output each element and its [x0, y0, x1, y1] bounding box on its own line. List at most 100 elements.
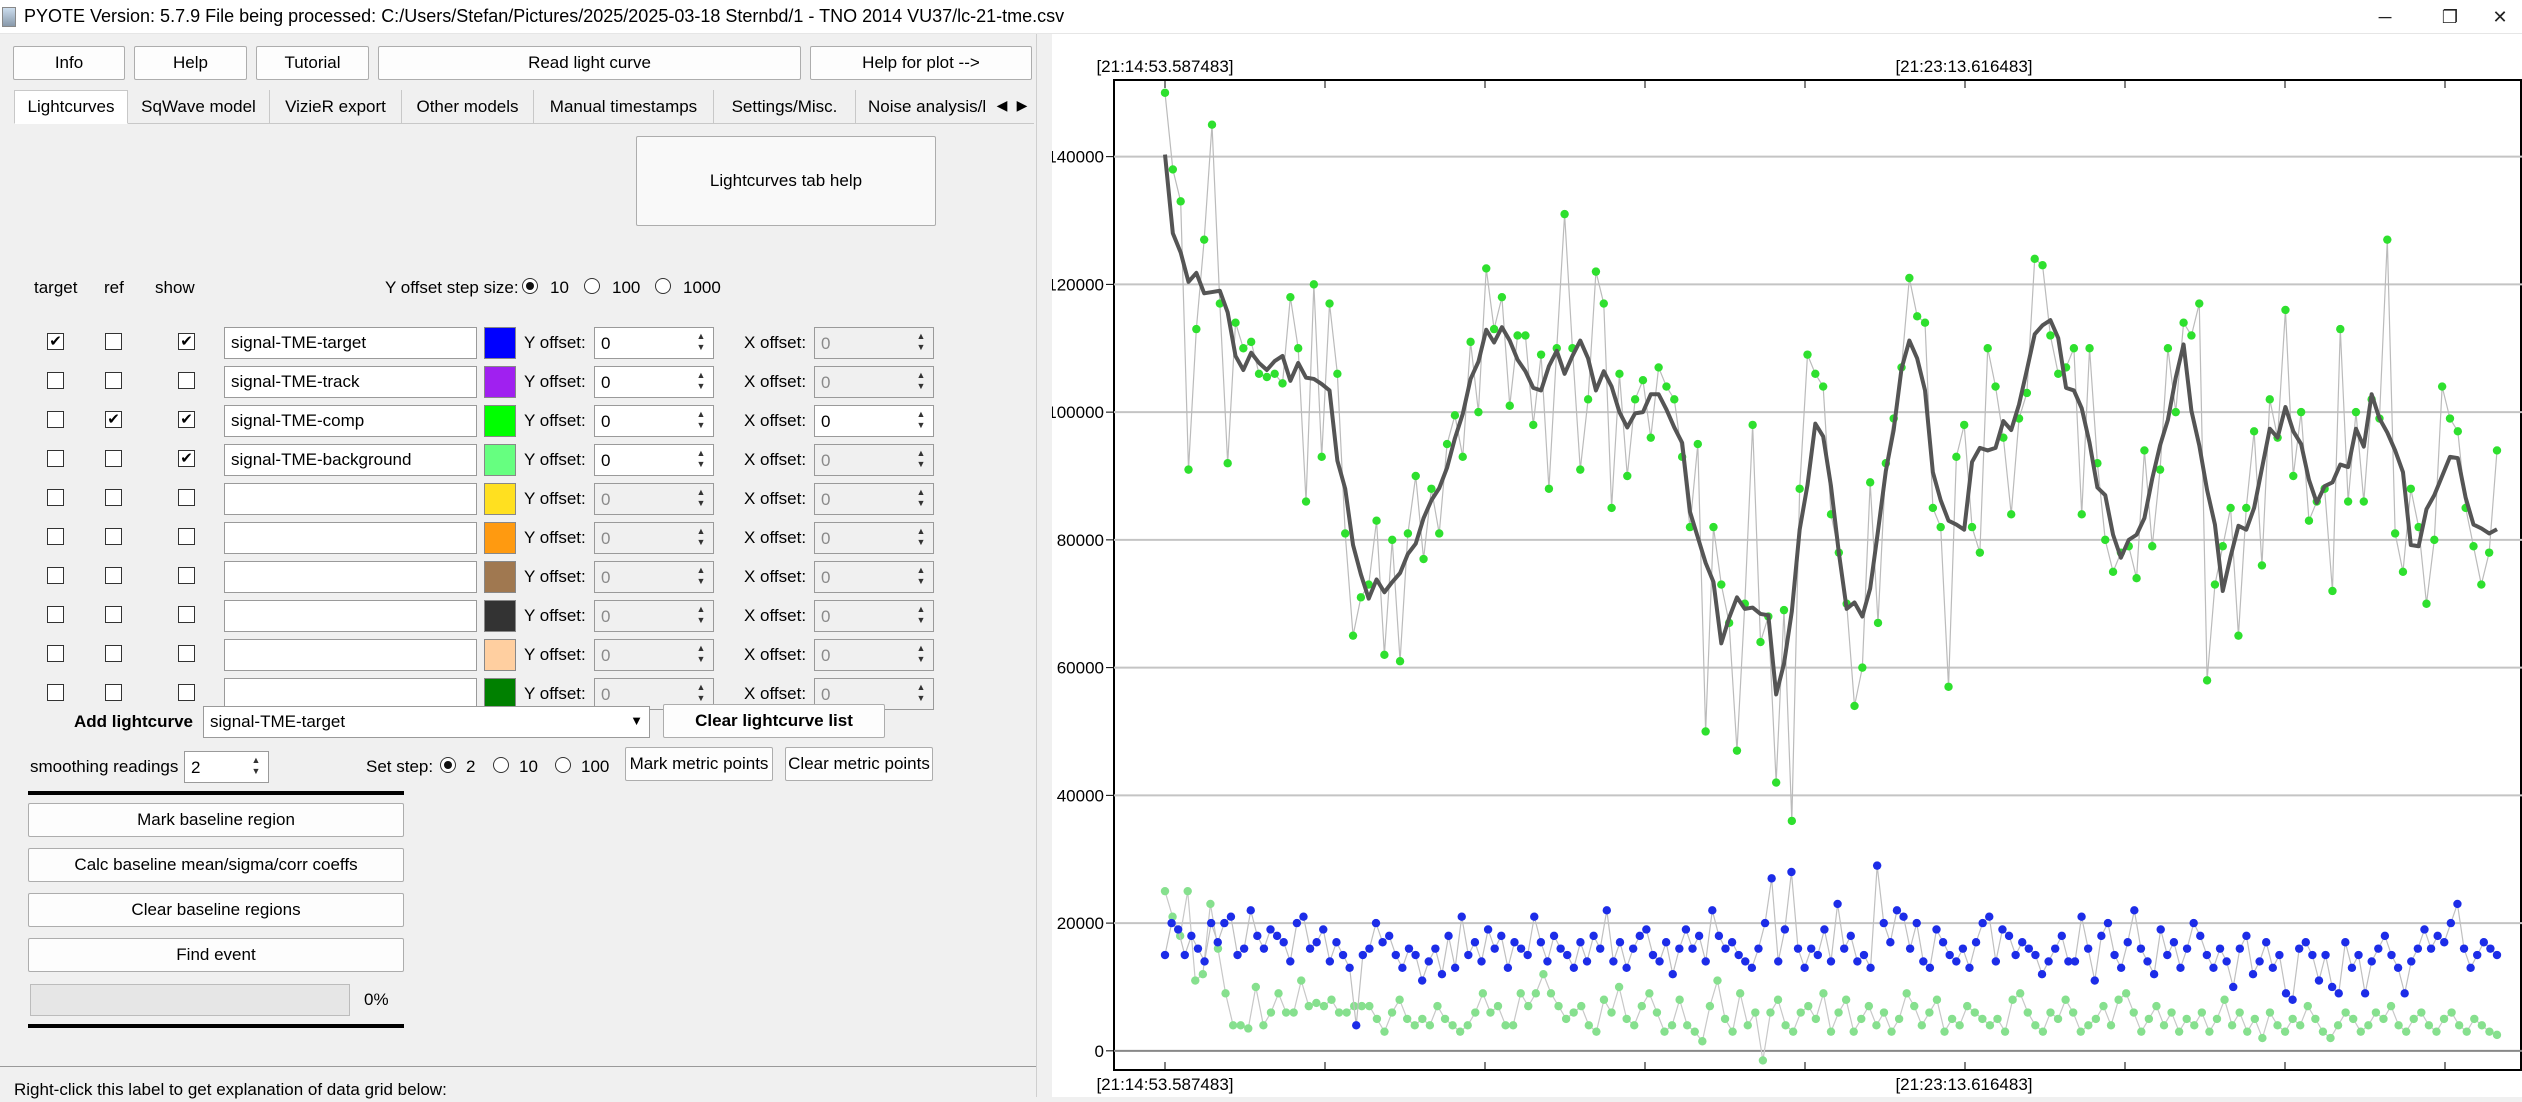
y-offset-spinbox[interactable]: 0 ▲ ▼ [594, 561, 714, 593]
lightcurve-name-field[interactable]: signal-TME-comp [224, 405, 477, 437]
clear-baseline-regions-button[interactable]: Clear baseline regions [28, 893, 404, 927]
spin-arrows-icon[interactable]: ▲ ▼ [693, 448, 709, 472]
ref-checkbox[interactable] [105, 684, 122, 701]
minimize-button[interactable]: ─ [2355, 0, 2415, 34]
target-checkbox[interactable]: ✔ [47, 333, 64, 350]
y-offset-spinbox[interactable]: 0 ▲ ▼ [594, 444, 714, 476]
ref-checkbox[interactable] [105, 645, 122, 662]
set-step-100-radio[interactable] [555, 757, 571, 773]
y-offset-spinbox[interactable]: 0 ▲ ▼ [594, 327, 714, 359]
restore-button[interactable]: ❐ [2420, 0, 2480, 34]
set-step-2-radio[interactable] [440, 757, 456, 773]
find-event-button[interactable]: Find event [28, 938, 404, 972]
y-step-10-radio[interactable] [522, 278, 538, 294]
spin-arrows-icon[interactable]: ▲ ▼ [913, 604, 929, 628]
y-step-1000-radio[interactable] [655, 278, 671, 294]
lightcurve-name-field[interactable] [224, 483, 477, 515]
spin-arrows-icon[interactable]: ▲ ▼ [693, 643, 709, 667]
lightcurve-name-field[interactable]: signal-TME-target [224, 327, 477, 359]
color-swatch[interactable] [484, 561, 516, 593]
close-button[interactable]: ✕ [2478, 0, 2522, 34]
info-button[interactable]: Info [13, 46, 125, 80]
clear-lightcurve-list-button[interactable]: Clear lightcurve list [663, 704, 885, 738]
spin-arrows-icon[interactable]: ▲ ▼ [693, 604, 709, 628]
target-checkbox[interactable] [47, 606, 64, 623]
x-offset-spinbox[interactable]: 0 ▲ ▼ [814, 561, 934, 593]
x-offset-spinbox[interactable]: 0 ▲ ▼ [814, 483, 934, 515]
color-swatch[interactable] [484, 522, 516, 554]
ref-checkbox[interactable] [105, 450, 122, 467]
help-for-plot-button[interactable]: Help for plot --> [810, 46, 1032, 80]
show-checkbox[interactable] [178, 489, 195, 506]
ref-checkbox[interactable] [105, 372, 122, 389]
tab-scroll-right-icon[interactable]: ▶ [1012, 90, 1032, 120]
spin-arrows-icon[interactable]: ▲ ▼ [913, 643, 929, 667]
spin-arrows-icon[interactable]: ▲ ▼ [913, 526, 929, 550]
color-swatch[interactable] [484, 639, 516, 671]
show-checkbox[interactable] [178, 606, 195, 623]
mark-metric-points-button[interactable]: Mark metric points [625, 747, 773, 781]
spin-arrows-icon[interactable]: ▲ ▼ [693, 682, 709, 706]
spin-arrows-icon[interactable]: ▲ ▼ [693, 487, 709, 511]
ref-checkbox[interactable] [105, 606, 122, 623]
mark-baseline-region-button[interactable]: Mark baseline region [28, 803, 404, 837]
show-checkbox[interactable] [178, 567, 195, 584]
show-checkbox[interactable] [178, 372, 195, 389]
x-offset-spinbox[interactable]: 0 ▲ ▼ [814, 366, 934, 398]
read-light-curve-button[interactable]: Read light curve [378, 46, 801, 80]
y-offset-spinbox[interactable]: 0 ▲ ▼ [594, 483, 714, 515]
data-grid-hint-label[interactable]: Right-click this label to get explanatio… [14, 1080, 447, 1100]
color-swatch[interactable] [484, 600, 516, 632]
color-swatch[interactable] [484, 366, 516, 398]
lightcurves-tab-help-button[interactable]: Lightcurves tab help [636, 136, 936, 226]
tab-noise-analysis[interactable]: Noise analysis/l [856, 90, 1006, 124]
tab-other-models[interactable]: Other models [402, 90, 534, 124]
tab-scroll-left-icon[interactable]: ◀ [992, 90, 1012, 120]
lightcurve-name-field[interactable]: signal-TME-track [224, 366, 477, 398]
target-checkbox[interactable] [47, 411, 64, 428]
target-checkbox[interactable] [47, 684, 64, 701]
tab-sqwave-model[interactable]: SqWave model [128, 90, 270, 124]
lightcurve-name-field[interactable] [224, 639, 477, 671]
ref-checkbox[interactable] [105, 489, 122, 506]
target-checkbox[interactable] [47, 528, 64, 545]
tab-lightcurves[interactable]: Lightcurves [14, 90, 128, 124]
ref-checkbox[interactable] [105, 567, 122, 584]
y-offset-spinbox[interactable]: 0 ▲ ▼ [594, 366, 714, 398]
lightcurve-name-field[interactable]: signal-TME-background [224, 444, 477, 476]
splitter-handle[interactable] [1036, 34, 1052, 1097]
show-checkbox[interactable] [178, 645, 195, 662]
color-swatch[interactable] [484, 444, 516, 476]
tab-vizier-export[interactable]: VizieR export [270, 90, 402, 124]
target-checkbox[interactable] [47, 450, 64, 467]
ref-checkbox[interactable] [105, 528, 122, 545]
spin-arrows-icon[interactable]: ▲ ▼ [913, 370, 929, 394]
spin-arrows-icon[interactable]: ▲ ▼ [693, 409, 709, 433]
y-offset-spinbox[interactable]: 0 ▲ ▼ [594, 600, 714, 632]
target-checkbox[interactable] [47, 372, 64, 389]
tutorial-button[interactable]: Tutorial [256, 46, 369, 80]
target-checkbox[interactable] [47, 489, 64, 506]
help-button[interactable]: Help [134, 46, 247, 80]
tab-settings-misc[interactable]: Settings/Misc. [714, 90, 856, 124]
show-checkbox[interactable] [178, 684, 195, 701]
x-offset-spinbox[interactable]: 0 ▲ ▼ [814, 600, 934, 632]
target-checkbox[interactable] [47, 567, 64, 584]
clear-metric-points-button[interactable]: Clear metric points [785, 747, 933, 781]
spin-arrows-icon[interactable]: ▲ ▼ [693, 370, 709, 394]
ref-checkbox[interactable]: ✔ [105, 411, 122, 428]
y-offset-spinbox[interactable]: 0 ▲ ▼ [594, 405, 714, 437]
ref-checkbox[interactable] [105, 333, 122, 350]
lightcurve-name-field[interactable] [224, 600, 477, 632]
light-curve-plot[interactable]: 0 20000 40000 60000 80000 100000 120000 140000 [… [1047, 34, 2522, 1097]
x-offset-spinbox[interactable]: 0 ▲ ▼ [814, 639, 934, 671]
spin-arrows-icon[interactable]: ▲ ▼ [913, 409, 929, 433]
color-swatch[interactable] [484, 327, 516, 359]
spin-arrows-icon[interactable]: ▲ ▼ [913, 448, 929, 472]
color-swatch[interactable] [484, 405, 516, 437]
x-offset-spinbox[interactable]: 0 ▲ ▼ [814, 327, 934, 359]
target-checkbox[interactable] [47, 645, 64, 662]
spin-arrows-icon[interactable]: ▲ ▼ [913, 682, 929, 706]
plot-panel[interactable]: 0 20000 40000 60000 80000 100000 120000 140000 [… [1047, 34, 2522, 1097]
x-offset-spinbox[interactable]: 0 ▲ ▼ [814, 444, 934, 476]
